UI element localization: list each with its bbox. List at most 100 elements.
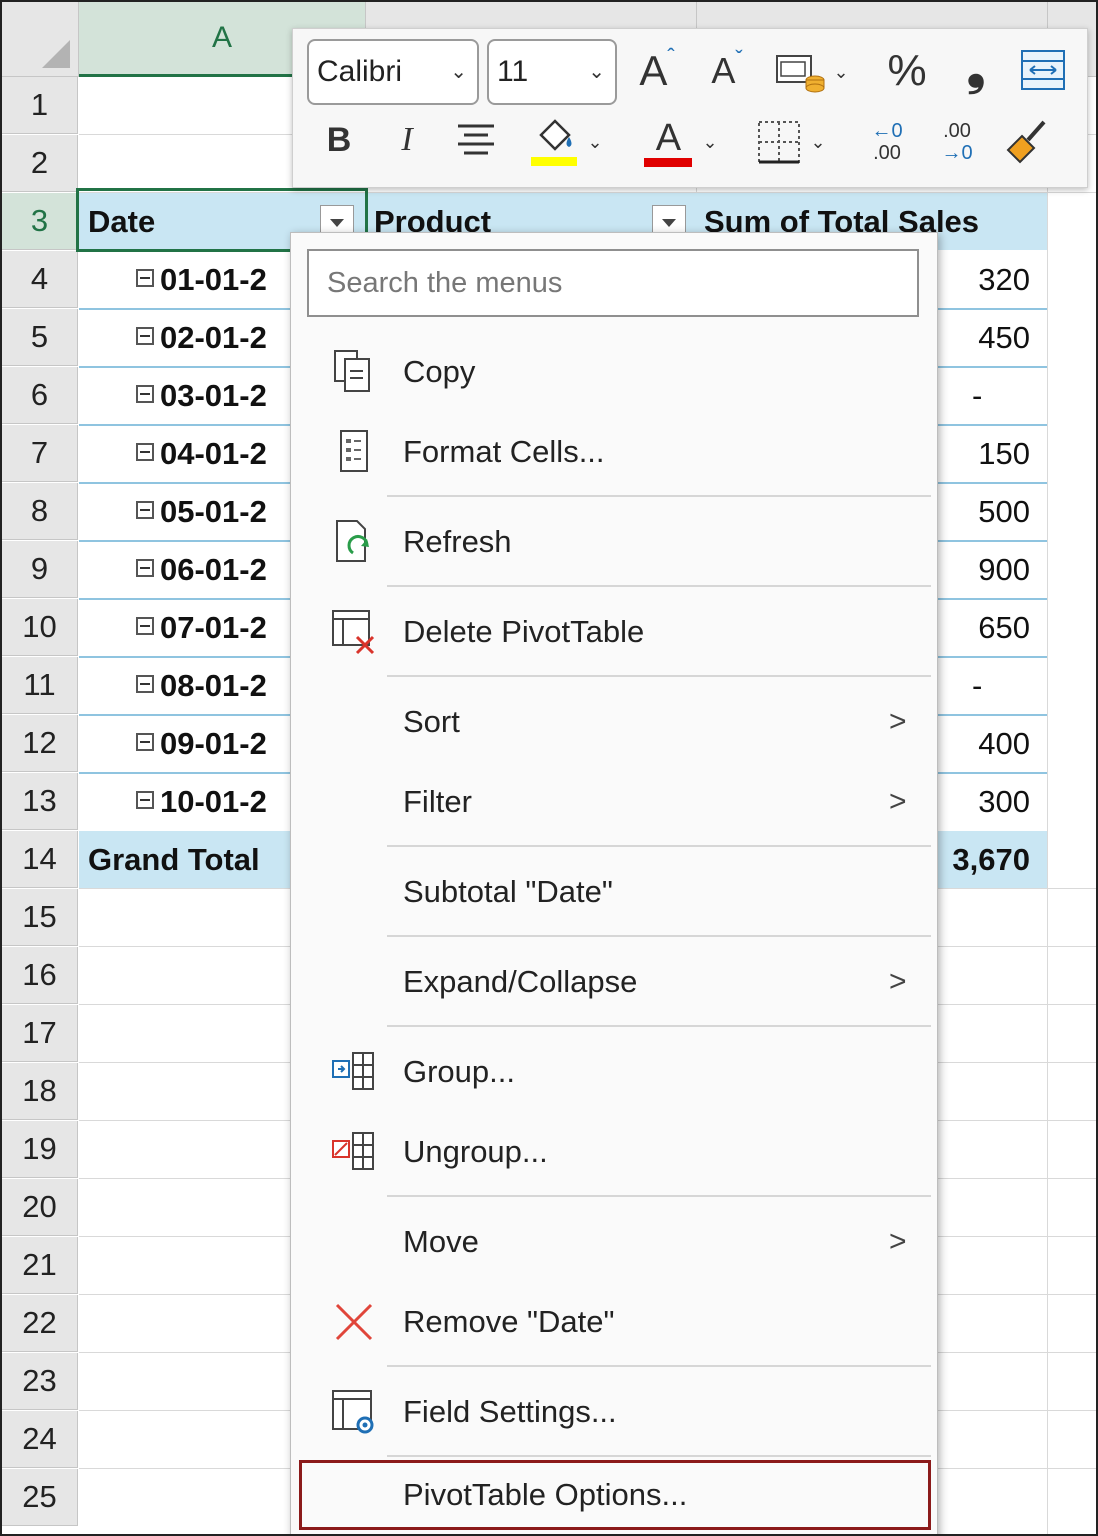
- chevron-right-icon: >: [889, 785, 907, 818]
- collapse-icon[interactable]: [136, 674, 154, 693]
- collapse-icon[interactable]: [136, 384, 154, 403]
- pivot-row-date[interactable]: 01-01-2: [136, 251, 296, 308]
- pivot-row-sales[interactable]: -: [972, 367, 1002, 424]
- menu-item-sort[interactable]: Sort >: [291, 687, 937, 757]
- pivot-row-date[interactable]: 06-01-2: [136, 541, 296, 598]
- percent-style-button[interactable]: %: [877, 41, 937, 101]
- row-header-22[interactable]: 22: [2, 1295, 78, 1352]
- chevron-down-icon: ⌄: [702, 131, 718, 152]
- pivot-row-sales[interactable]: -: [972, 657, 1002, 714]
- format-painter-button[interactable]: [999, 113, 1055, 171]
- comma-style-button[interactable]: ❟: [951, 39, 1001, 99]
- row-header-13[interactable]: 13: [2, 773, 78, 830]
- field-settings-icon: [332, 1390, 374, 1434]
- pivot-row-sales[interactable]: 650: [932, 599, 1030, 656]
- menu-item-label: Expand/Collapse: [403, 964, 638, 999]
- font-name-box[interactable]: Calibri ⌄: [307, 39, 479, 105]
- format-cells-icon: [340, 430, 368, 472]
- row-header-2[interactable]: 2: [2, 135, 78, 192]
- chevron-down-icon: ⌄: [810, 131, 826, 152]
- borders-icon: [758, 121, 801, 164]
- collapse-icon[interactable]: [136, 500, 154, 519]
- row-header-15[interactable]: 15: [2, 889, 78, 946]
- pivot-row-sales[interactable]: 500: [932, 483, 1030, 540]
- row-header-25[interactable]: 25: [2, 1469, 78, 1526]
- italic-button[interactable]: I: [385, 113, 429, 167]
- increase-decimal-button[interactable]: ←0.00: [859, 113, 915, 171]
- fill-color-button[interactable]: ⌄: [521, 113, 611, 171]
- menu-item-group[interactable]: Group...: [291, 1037, 937, 1107]
- pivot-row-sales[interactable]: 450: [932, 309, 1030, 366]
- menu-search-input[interactable]: Search the menus: [307, 249, 919, 317]
- row-header-20[interactable]: 20: [2, 1179, 78, 1236]
- select-all-corner[interactable]: [2, 2, 79, 77]
- pivot-row-sales[interactable]: 900: [932, 541, 1030, 598]
- row-header-11[interactable]: 11: [2, 657, 78, 714]
- menu-item-format-cells[interactable]: Format Cells...: [291, 417, 937, 487]
- pivot-row-date[interactable]: 02-01-2: [136, 309, 296, 366]
- pivot-row-date[interactable]: 09-01-2: [136, 715, 296, 772]
- menu-item-copy[interactable]: Copy: [291, 337, 937, 407]
- collapse-icon[interactable]: [136, 790, 154, 809]
- row-header-12[interactable]: 12: [2, 715, 78, 772]
- row-header-6[interactable]: 6: [2, 367, 78, 424]
- row-header-8[interactable]: 8: [2, 483, 78, 540]
- decrease-font-size-button[interactable]: Aˇ: [701, 41, 753, 101]
- borders-button[interactable]: ⌄: [745, 115, 837, 169]
- collapse-icon[interactable]: [136, 442, 154, 461]
- wrap-text-icon: [1021, 50, 1065, 90]
- menu-item-label: Subtotal "Date": [403, 874, 613, 909]
- menu-item-remove-date[interactable]: Remove "Date": [291, 1287, 937, 1357]
- pivot-row-date[interactable]: 10-01-2: [136, 773, 296, 830]
- font-size-box[interactable]: 11 ⌄: [487, 39, 617, 105]
- grand-total-label[interactable]: Grand Total: [88, 831, 296, 888]
- menu-item-label: Ungroup...: [403, 1134, 548, 1169]
- grand-total-value[interactable]: 3,670: [922, 831, 1030, 888]
- row-header-19[interactable]: 19: [2, 1121, 78, 1178]
- align-center-icon: [458, 124, 494, 155]
- menu-item-refresh[interactable]: Refresh: [291, 507, 937, 577]
- pivot-row-sales[interactable]: 300: [932, 773, 1030, 830]
- pivot-row-date[interactable]: 05-01-2: [136, 483, 296, 540]
- pivot-row-date[interactable]: 03-01-2: [136, 367, 296, 424]
- pivot-row-sales[interactable]: 400: [932, 715, 1030, 772]
- menu-item-subtotal[interactable]: Subtotal "Date": [291, 857, 937, 927]
- font-color-button[interactable]: A ⌄: [633, 111, 729, 173]
- accounting-format-button[interactable]: ⌄: [767, 47, 857, 97]
- row-header-4[interactable]: 4: [2, 251, 78, 308]
- menu-item-move[interactable]: Move >: [291, 1207, 937, 1277]
- decrease-decimal-button[interactable]: .00 →0: [929, 113, 985, 171]
- menu-item-field-settings[interactable]: Field Settings...: [291, 1377, 937, 1447]
- wrap-text-button[interactable]: [1017, 45, 1069, 95]
- pivot-row-date[interactable]: 08-01-2: [136, 657, 296, 714]
- row-header-9[interactable]: 9: [2, 541, 78, 598]
- row-header-23[interactable]: 23: [2, 1353, 78, 1410]
- row-header-17[interactable]: 17: [2, 1005, 78, 1062]
- increase-font-size-button[interactable]: Aˆ: [631, 41, 683, 101]
- row-header-3[interactable]: 3: [2, 193, 78, 250]
- collapse-icon[interactable]: [136, 268, 154, 287]
- pivot-row-sales[interactable]: 150: [932, 425, 1030, 482]
- collapse-icon[interactable]: [136, 558, 154, 577]
- collapse-icon[interactable]: [136, 616, 154, 635]
- menu-item-expand-collapse[interactable]: Expand/Collapse >: [291, 947, 937, 1017]
- menu-item-delete-pivottable[interactable]: Delete PivotTable: [291, 597, 937, 667]
- row-header-7[interactable]: 7: [2, 425, 78, 482]
- row-header-5[interactable]: 5: [2, 309, 78, 366]
- row-header-14[interactable]: 14: [2, 831, 78, 888]
- row-header-10[interactable]: 10: [2, 599, 78, 656]
- row-header-18[interactable]: 18: [2, 1063, 78, 1120]
- center-align-button[interactable]: [451, 115, 501, 165]
- row-header-21[interactable]: 21: [2, 1237, 78, 1294]
- row-header-16[interactable]: 16: [2, 947, 78, 1004]
- menu-item-ungroup[interactable]: Ungroup...: [291, 1117, 937, 1187]
- bold-button[interactable]: B: [317, 113, 361, 167]
- pivot-row-date[interactable]: 04-01-2: [136, 425, 296, 482]
- menu-item-filter[interactable]: Filter >: [291, 767, 937, 837]
- row-header-24[interactable]: 24: [2, 1411, 78, 1468]
- row-header-1[interactable]: 1: [2, 77, 78, 134]
- collapse-icon[interactable]: [136, 732, 154, 751]
- pivot-row-date[interactable]: 07-01-2: [136, 599, 296, 656]
- collapse-icon[interactable]: [136, 326, 154, 345]
- pivot-row-sales[interactable]: 320: [932, 251, 1030, 308]
